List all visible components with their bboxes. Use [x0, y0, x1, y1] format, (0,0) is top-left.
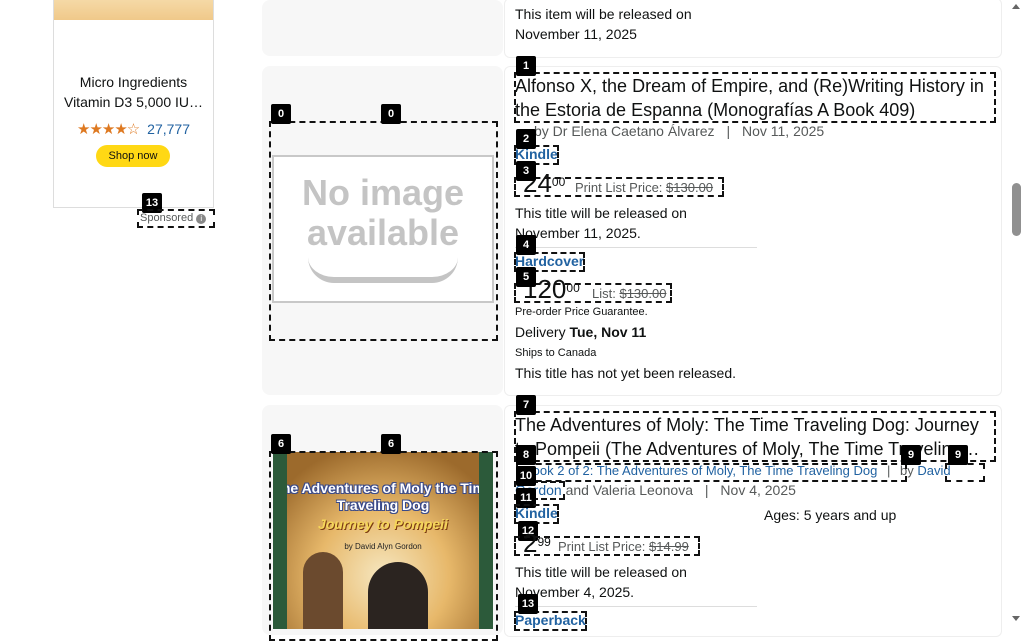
marker-badge: 4	[516, 235, 536, 255]
divider	[515, 606, 757, 607]
delivery-row: Delivery Tue, Nov 11	[515, 322, 646, 342]
highlight-title-1	[514, 72, 996, 123]
marker-badge: 5	[516, 267, 536, 287]
shop-now-button[interactable]: Shop now	[96, 145, 170, 167]
highlight-price	[514, 536, 700, 556]
ad-rating-count[interactable]: 27,777	[147, 121, 190, 137]
release-notice: This title will be released on	[515, 205, 687, 221]
marker-badge: 10	[516, 466, 536, 486]
star-rating-icon: ★★★★☆	[77, 121, 140, 138]
scrollbar-thumb[interactable]	[1012, 183, 1021, 236]
separator: |	[726, 123, 731, 139]
ad-rating[interactable]: ★★★★☆ 27,777	[54, 120, 213, 138]
ad-product-title[interactable]: Micro Ingredients Vitamin D3 5,000 IU…	[58, 72, 209, 112]
highlight-image-2	[269, 451, 498, 641]
scroll-up-arrow-icon[interactable]	[1012, 4, 1020, 9]
release-date: November 11, 2025	[515, 26, 637, 42]
scroll-down-arrow-icon[interactable]	[1012, 616, 1020, 621]
scrollbar-track[interactable]	[1008, 0, 1024, 629]
coauthor: and Valeria Leonova	[565, 482, 693, 498]
ships-to: Ships to Canada	[515, 347, 597, 359]
price-guarantee: Pre-order Price Guarantee.	[515, 306, 648, 318]
release-notice: This title will be released on	[515, 564, 687, 580]
item-image-panel-top	[262, 0, 503, 56]
publish-date: Nov 11, 2025	[741, 123, 825, 139]
marker-badge: 8	[516, 445, 536, 465]
highlight-image-1	[269, 121, 498, 341]
sponsored-ad-card[interactable]: Micro Ingredients Vitamin D3 5,000 IU… ★…	[53, 0, 214, 208]
marker-badge: 13	[518, 594, 538, 614]
highlight-author	[945, 463, 985, 482]
release-notice: This item will be released on	[515, 6, 692, 22]
marker-badge: 0	[271, 104, 291, 124]
highlight-sponsored	[137, 209, 215, 228]
separator: |	[704, 482, 709, 498]
not-released-notice: This title has not yet been released.	[515, 365, 737, 381]
ad-product-image[interactable]	[54, 0, 213, 20]
highlight-format	[514, 611, 587, 631]
delivery-date: Tue, Nov 11	[569, 324, 647, 340]
delivery-label: Delivery	[515, 324, 566, 340]
highlight-price	[514, 283, 672, 303]
byline-row: by Dr Elena Caetano Álvarez | Nov 11, 20…	[534, 121, 824, 141]
age-range: Ages: 5 years and up	[764, 507, 897, 523]
marker-badge: 6	[381, 434, 401, 454]
marker-badge: 2	[516, 129, 536, 149]
marker-badge: 3	[516, 161, 536, 181]
marker-badge: 9	[948, 445, 968, 465]
highlight-title-2	[514, 411, 996, 462]
marker-badge: 6	[271, 434, 291, 454]
marker-badge: 0	[381, 104, 401, 124]
publish-date: Nov 4, 2025	[720, 482, 796, 498]
divider	[515, 247, 757, 248]
author-byline: by Dr Elena Caetano Álvarez	[534, 123, 715, 139]
marker-badge: 7	[516, 395, 536, 415]
marker-badge: 1	[516, 56, 536, 76]
marker-badge: 9	[901, 445, 921, 465]
highlight-price	[514, 177, 724, 197]
